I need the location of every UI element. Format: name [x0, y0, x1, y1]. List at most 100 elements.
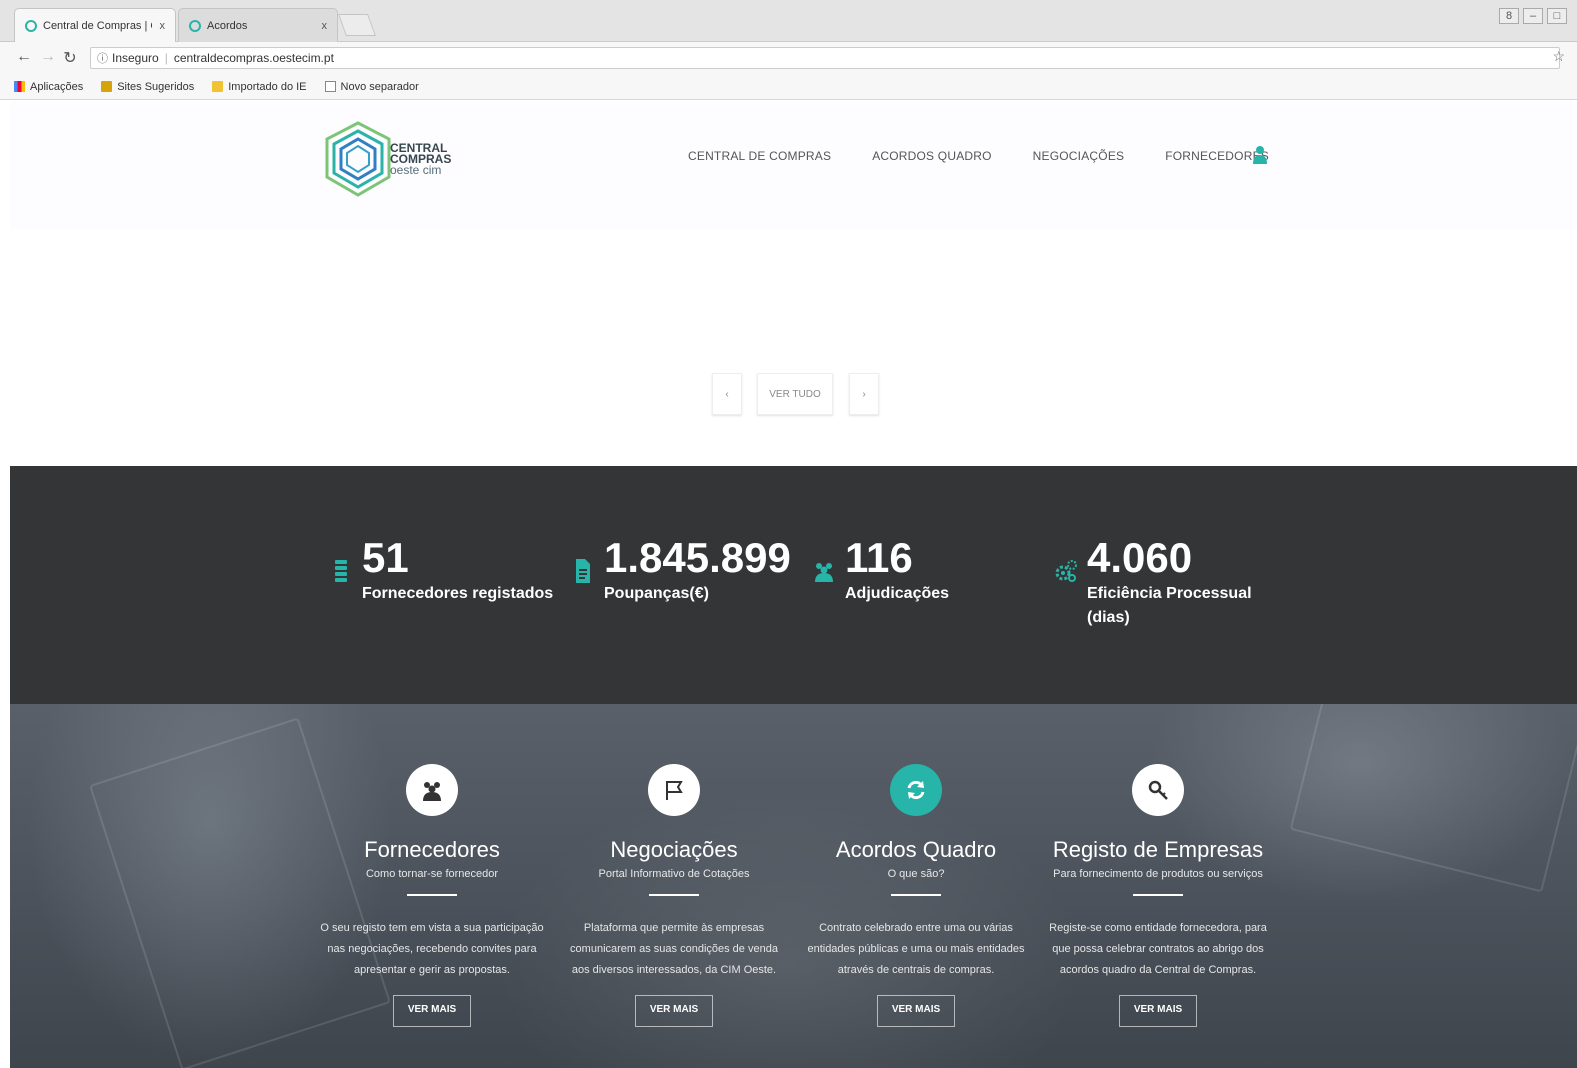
- stat-savings: 1.845.899 Poupanças(€): [576, 534, 791, 606]
- minimize-button[interactable]: –: [1523, 8, 1543, 24]
- ver-mais-button[interactable]: VER MAIS: [634, 995, 714, 1027]
- bookmark-label: Sites Sugeridos: [117, 80, 195, 93]
- feature-icon-circle[interactable]: [890, 764, 942, 816]
- feature-negociacoes: Negociações Portal Informativo de Cotaçõ…: [554, 764, 794, 1027]
- site-header: CENTRAL COMPRAS oeste cim CENTRAL DE COM…: [10, 101, 1577, 229]
- stat-efficiency: 4.060 Eficiência Processual (dias): [1055, 534, 1252, 630]
- key-icon: [1148, 780, 1168, 800]
- new-tab-button[interactable]: [337, 14, 377, 36]
- back-arrow-icon[interactable]: ←: [14, 48, 34, 66]
- stat-value: 116: [845, 534, 913, 581]
- stat-label-unit: (dias): [1087, 609, 1130, 626]
- feature-subtitle: O que são?: [887, 868, 945, 880]
- stat-label: Eficiência Processual: [1087, 585, 1252, 602]
- tab-close-icon[interactable]: x: [322, 20, 328, 32]
- window-controls: 8 – □: [1499, 8, 1567, 24]
- view-all-button[interactable]: VER TUDO: [757, 373, 833, 415]
- stat-awards: 116 Adjudicações: [815, 534, 950, 606]
- stat-suppliers: 51 Fornecedores registados: [335, 534, 554, 606]
- folder-icon: [101, 81, 113, 92]
- flag-icon: [666, 781, 683, 800]
- features-section: Fornecedores Como tornar-se fornecedor O…: [10, 704, 1577, 1068]
- stat-value: 4.060: [1087, 534, 1193, 581]
- document-icon: [576, 559, 590, 583]
- browser-tab[interactable]: Acordos x: [178, 8, 338, 42]
- feature-title: Registo de Empresas: [1052, 837, 1264, 862]
- tab-title: Central de Compras | Cen: [43, 19, 152, 32]
- apps-grid-icon: [14, 81, 25, 92]
- bookmark-star-icon[interactable]: ☆: [1552, 48, 1565, 65]
- background-decoration: [1289, 704, 1577, 893]
- feature-subtitle: Portal Informativo de Cotações: [598, 868, 750, 880]
- url-text: centraldecompras.oestecim.pt: [173, 51, 334, 65]
- stat-label: Poupanças(€): [604, 585, 709, 602]
- feature-title: Negociações: [610, 837, 738, 862]
- feature-subtitle: Como tornar-se fornecedor: [365, 868, 499, 880]
- tab-title: Acordos: [207, 19, 248, 32]
- feature-subtitle: Para fornecimento de produtos ou serviço…: [1053, 868, 1263, 880]
- reload-icon[interactable]: ↻: [60, 48, 80, 68]
- stat-label: Fornecedores registados: [362, 585, 554, 602]
- bookmark-imported-ie[interactable]: Importado do IE: [212, 80, 307, 93]
- nav-item-central-de-compras[interactable]: CENTRAL DE COMPRAS: [688, 149, 831, 163]
- feature-registo-de-empresas: Registo de Empresas Para fornecimento de…: [1038, 764, 1278, 1027]
- divider: [891, 894, 941, 896]
- feature-acordos-quadro: Acordos Quadro O que são? Contrato celeb…: [796, 764, 1036, 1027]
- bookmark-label: Novo separador: [340, 80, 419, 93]
- site-favicon-icon: [25, 19, 37, 32]
- database-icon: [335, 560, 347, 582]
- bookmark-apps[interactable]: Aplicações: [14, 81, 83, 93]
- feature-fornecedores: Fornecedores Como tornar-se fornecedor O…: [312, 764, 552, 1027]
- prev-button[interactable]: ‹: [712, 373, 742, 415]
- nav-item-acordos-quadro[interactable]: ACORDOS QUADRO: [872, 149, 991, 163]
- refresh-icon: [907, 780, 925, 800]
- stat-value: 1.845.899: [604, 534, 791, 581]
- feature-description: Registe-se como entidade fornecedora, pa…: [1049, 922, 1267, 976]
- info-icon[interactable]: ⓘ: [97, 50, 108, 66]
- folder-icon: [212, 81, 224, 92]
- feature-description: Contrato celebrado entre uma ou várias e…: [807, 922, 1025, 976]
- users-icon: [815, 563, 833, 582]
- feature-title: Acordos Quadro: [835, 837, 997, 862]
- users-icon: [423, 782, 441, 801]
- tab-close-icon[interactable]: x: [160, 20, 166, 32]
- main-nav: CENTRAL DE COMPRAS ACORDOS QUADRO NEGOCI…: [688, 149, 1269, 163]
- stats-section: 51 Fornecedores registados 1.845.899 Pou…: [10, 466, 1577, 704]
- feature-icon-circle[interactable]: [406, 764, 458, 816]
- feature-icon-circle[interactable]: [1132, 764, 1184, 816]
- user-profile-button[interactable]: 8: [1499, 8, 1519, 24]
- url-field[interactable]: ⓘ Inseguro | centraldecompras.oestecim.p…: [90, 47, 1560, 69]
- ver-mais-button[interactable]: VER MAIS: [1118, 995, 1198, 1027]
- user-icon[interactable]: [1252, 145, 1268, 165]
- divider: [407, 894, 457, 896]
- bookmark-label: Importado do IE: [228, 80, 307, 93]
- divider: [1133, 894, 1183, 896]
- feature-icon-circle[interactable]: [648, 764, 700, 816]
- logo-text[interactable]: CENTRAL COMPRAS oeste cim: [390, 142, 451, 177]
- bookmark-label: Aplicações: [30, 80, 84, 93]
- browser-tab-active[interactable]: Central de Compras | Cen x: [14, 8, 176, 42]
- url-separator: |: [164, 51, 168, 65]
- stat-value: 51: [362, 534, 409, 581]
- maximize-button[interactable]: □: [1547, 8, 1567, 24]
- browser-tabstrip: Central de Compras | Cen x Acordos x 8 –…: [0, 0, 1577, 42]
- security-label: Inseguro: [112, 51, 159, 65]
- bookmark-new-tab[interactable]: Novo separador: [324, 80, 419, 93]
- bookmark-suggested-sites[interactable]: Sites Sugeridos: [101, 81, 194, 93]
- feature-description: O seu registo tem em vista a sua partici…: [320, 922, 544, 976]
- divider: [649, 894, 699, 896]
- bookmarks-bar: Aplicações Sites Sugeridos Importado do …: [0, 74, 1577, 100]
- ver-mais-button[interactable]: VER MAIS: [876, 995, 956, 1027]
- nav-item-negociacoes[interactable]: NEGOCIAÇÕES: [1033, 149, 1125, 163]
- gears-icon: [1055, 560, 1077, 582]
- next-button[interactable]: ›: [849, 373, 879, 415]
- feature-description: Plataforma que permite às empresas comun…: [570, 922, 778, 976]
- stat-label: Adjudicações: [845, 585, 950, 602]
- feature-title: Fornecedores: [364, 837, 500, 862]
- logo-line-3: oeste cim: [390, 163, 442, 177]
- address-bar: ← → ↻ ⓘ Inseguro | centraldecompras.oest…: [0, 42, 1577, 74]
- site-favicon-icon: [189, 19, 201, 32]
- ver-mais-button[interactable]: VER MAIS: [392, 995, 472, 1027]
- page-icon: [324, 81, 336, 92]
- forward-arrow-icon[interactable]: →: [38, 48, 58, 66]
